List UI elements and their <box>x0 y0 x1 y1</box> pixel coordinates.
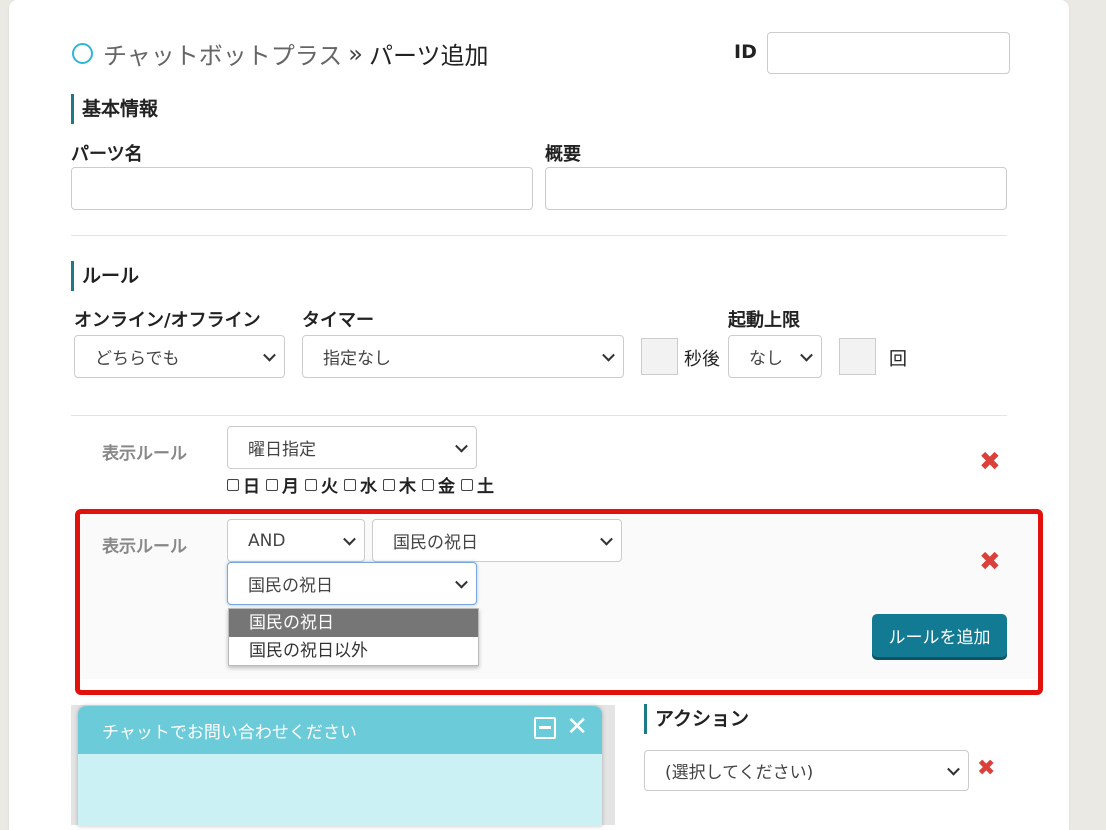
divider <box>71 235 1007 236</box>
action-value: (選択してください) <box>665 763 814 783</box>
display-rule-label: 表示ルール <box>102 537 187 557</box>
launch-limit-value: なし <box>749 349 783 369</box>
checkbox-icon <box>305 478 317 491</box>
part-name-label: パーツ名 <box>71 144 143 165</box>
timer-label: タイマー <box>302 310 374 331</box>
chevron-down-icon <box>343 532 356 546</box>
id-input[interactable] <box>767 32 1010 74</box>
page-name: パーツ追加 <box>368 42 489 70</box>
weekday-label: 木 <box>399 477 416 497</box>
times-input[interactable] <box>839 338 876 375</box>
chevron-down-icon <box>455 575 468 589</box>
action-heading: アクション <box>644 704 749 734</box>
delete-rule-icon[interactable]: ✖ <box>979 449 1001 475</box>
display-rule-type-value: 国民の祝日 <box>393 533 478 553</box>
timer-value: 指定なし <box>323 349 391 369</box>
rules-heading: ルール <box>71 261 139 291</box>
weekday-checkbox[interactable]: 木 <box>383 472 416 497</box>
weekday-checkbox[interactable]: 土 <box>461 472 494 497</box>
launch-limit-label: 起動上限 <box>728 310 800 331</box>
chat-header-text: チャットでお問い合わせください <box>102 722 357 743</box>
online-offline-select[interactable]: どちらでも <box>74 335 285 378</box>
display-rule-label: 表示ルール <box>102 444 187 464</box>
delete-action-icon[interactable]: ✖ <box>977 758 995 780</box>
online-offline-value: どちらでも <box>95 349 180 369</box>
weekday-checkbox[interactable]: 金 <box>422 472 455 497</box>
weekday-label: 火 <box>321 477 338 497</box>
chevron-down-icon <box>600 532 613 546</box>
minimize-icon[interactable] <box>534 717 556 739</box>
divider <box>71 415 1007 416</box>
launch-limit-select[interactable]: なし <box>728 335 822 378</box>
weekday-label: 日 <box>243 477 260 497</box>
chevron-down-icon <box>263 348 276 362</box>
page-title: チャットボットプラス » パーツ追加 <box>72 36 489 71</box>
weekday-checkbox[interactable]: 水 <box>344 472 377 497</box>
basic-info-heading: 基本情報 <box>71 94 158 124</box>
summary-label: 概要 <box>545 144 581 165</box>
circle-icon <box>72 43 93 64</box>
chevron-down-icon <box>602 348 615 362</box>
operator-value: AND <box>248 530 286 551</box>
part-name-input[interactable] <box>71 167 533 210</box>
close-icon[interactable]: ✕ <box>566 714 588 740</box>
weekday-label: 土 <box>477 477 494 497</box>
seconds-after-label: 秒後 <box>684 349 720 370</box>
holiday-dropdown-list: 国民の祝日 国民の祝日以外 <box>228 608 479 666</box>
chat-header: チャットでお問い合わせください ✕ <box>78 706 602 754</box>
summary-input[interactable] <box>545 167 1007 210</box>
chevron-down-icon <box>947 762 960 776</box>
weekday-label: 金 <box>438 477 455 497</box>
breadcrumb-separator: » <box>348 39 363 68</box>
id-label: ID <box>734 41 757 63</box>
chat-window: チャットでお問い合わせください ✕ <box>78 706 602 826</box>
online-offline-label: オンライン/オフライン <box>74 310 261 331</box>
weekday-label: 月 <box>282 477 299 497</box>
display-rule-type-select[interactable]: 曜日指定 <box>227 426 477 469</box>
checkbox-icon <box>422 478 434 491</box>
checkbox-icon <box>344 478 356 491</box>
app-name: チャットボットプラス <box>103 42 343 70</box>
weekday-checkboxes: 日 月 火 水 木 金 土 <box>227 472 500 497</box>
dropdown-option[interactable]: 国民の祝日以外 <box>229 637 478 665</box>
weekday-label: 水 <box>360 477 377 497</box>
display-rule-type-select[interactable]: 国民の祝日 <box>372 519 622 562</box>
checkbox-icon <box>383 478 395 491</box>
seconds-input[interactable] <box>641 338 678 375</box>
weekday-checkbox[interactable]: 火 <box>305 472 338 497</box>
chevron-down-icon <box>800 348 813 362</box>
operator-select[interactable]: AND <box>227 519 365 562</box>
checkbox-icon <box>227 478 239 491</box>
delete-rule-icon[interactable]: ✖ <box>979 549 1001 575</box>
chevron-down-icon <box>455 439 468 453</box>
weekday-checkbox[interactable]: 月 <box>266 472 299 497</box>
add-rule-button[interactable]: ルールを追加 <box>872 614 1007 657</box>
timer-select[interactable]: 指定なし <box>302 335 624 378</box>
display-rule-type-value: 曜日指定 <box>248 440 316 460</box>
checkbox-icon <box>461 478 473 491</box>
dropdown-option[interactable]: 国民の祝日 <box>229 609 478 637</box>
weekday-checkbox[interactable]: 日 <box>227 472 260 497</box>
holiday-select[interactable]: 国民の祝日 <box>227 562 477 605</box>
checkbox-icon <box>266 478 278 491</box>
holiday-value: 国民の祝日 <box>248 576 333 596</box>
action-select[interactable]: (選択してください) <box>644 750 969 791</box>
times-unit-label: 回 <box>889 349 907 370</box>
